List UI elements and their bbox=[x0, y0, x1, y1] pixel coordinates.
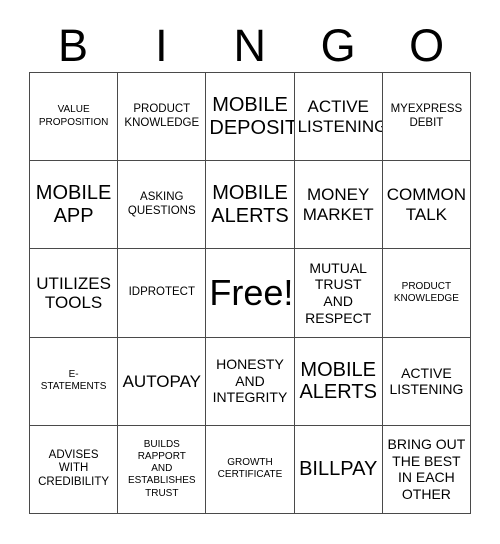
bingo-cell-r2c3[interactable]: MOBILE ALERTS bbox=[206, 161, 295, 250]
bingo-header-letter-b: B bbox=[57, 19, 89, 71]
bingo-cell-label: HONESTY AND INTEGRITY bbox=[212, 356, 288, 406]
bingo-cell-r3c1[interactable]: UTILIZES TOOLS bbox=[30, 249, 119, 338]
bingo-cell-r4c1[interactable]: E- STATEMENTS bbox=[30, 337, 119, 426]
bingo-cell-r1c4[interactable]: ACTIVE LISTENING bbox=[294, 73, 383, 162]
bingo-cell-label: PRODUCT KNOWLEDGE bbox=[393, 280, 459, 304]
bingo-cell-label: ADVISES WITH CREDIBILITY bbox=[38, 448, 110, 489]
bingo-cell-label: UTILIZES TOOLS bbox=[36, 273, 111, 312]
bingo-cell-label: IDPROTECT bbox=[128, 286, 196, 299]
bingo-cell-label: MOBILE ALERTS bbox=[211, 182, 289, 227]
bingo-cell-r1c2[interactable]: PRODUCT KNOWLEDGE bbox=[118, 73, 207, 162]
bingo-cell-r5c2[interactable]: BUILDS RAPPORT AND ESTABLISHES TRUST bbox=[118, 425, 207, 514]
bingo-cell-r3c4[interactable]: MUTUAL TRUST AND RESPECT bbox=[294, 249, 383, 338]
bingo-cell-r5c5[interactable]: BRING OUT THE BEST IN EACH OTHER bbox=[382, 425, 471, 514]
bingo-cell-r2c1[interactable]: MOBILE APP bbox=[30, 161, 119, 250]
bingo-cell-r2c2[interactable]: ASKING QUESTIONS bbox=[118, 161, 207, 250]
bingo-cell-label: E- STATEMENTS bbox=[40, 369, 107, 393]
bingo-cell-r2c5[interactable]: COMMON TALK bbox=[382, 161, 471, 250]
bingo-cell-label: PRODUCT KNOWLEDGE bbox=[124, 102, 200, 129]
bingo-cell-r3c5[interactable]: PRODUCT KNOWLEDGE bbox=[382, 249, 471, 338]
bingo-header-letter-g: G bbox=[320, 19, 357, 71]
bingo-cell-label: BRING OUT THE BEST IN EACH OTHER bbox=[387, 436, 466, 502]
bingo-cell-r5c1[interactable]: ADVISES WITH CREDIBILITY bbox=[30, 425, 119, 514]
bingo-cell-r4c2[interactable]: AUTOPAY bbox=[118, 337, 207, 426]
bingo-cell-r1c5[interactable]: MYEXPRESS DEBIT bbox=[382, 73, 471, 162]
bingo-cell-label: COMMON TALK bbox=[386, 185, 467, 224]
bingo-cell-r3c3[interactable]: Free! bbox=[206, 249, 295, 338]
bingo-cell-label: MOBILE APP bbox=[35, 182, 112, 227]
bingo-cell-label: ASKING QUESTIONS bbox=[127, 190, 196, 217]
bingo-header-letter-n: N bbox=[233, 19, 267, 71]
bingo-cell-r1c3[interactable]: MOBILE DEPOSIT bbox=[206, 73, 295, 162]
bingo-grid: VALUE PROPOSITION PRODUCT KNOWLEDGE MOBILE… bbox=[29, 72, 471, 514]
bingo-cell-label: ACTIVE LISTENING bbox=[389, 364, 464, 398]
bingo-card: B I N G O VALUE PROPOSITION PRODUCT KNOWL… bbox=[0, 0, 500, 544]
bingo-cell-r4c4[interactable]: MOBILE ALERTS bbox=[294, 337, 383, 426]
bingo-cell-r1c1[interactable]: VALUE PROPOSITION bbox=[30, 73, 119, 162]
bingo-cell-label: AUTOPAY bbox=[122, 371, 201, 391]
bingo-cell-label: VALUE PROPOSITION bbox=[38, 104, 109, 128]
bingo-cell-label: MOBILE ALERTS bbox=[299, 358, 377, 404]
bingo-cell-label: BUILDS RAPPORT AND ESTABLISHES TRUST bbox=[127, 438, 196, 499]
bingo-cell-label: Free! bbox=[209, 272, 294, 314]
bingo-cell-label: BILLPAY bbox=[299, 458, 378, 481]
bingo-header-letter-i: I bbox=[155, 19, 169, 71]
bingo-cell-r2c4[interactable]: MONEY MARKET bbox=[294, 161, 383, 250]
bingo-cell-label: ACTIVE LISTENING bbox=[297, 97, 383, 136]
bingo-cell-r5c3[interactable]: GROWTH CERTIFICATE bbox=[206, 425, 295, 514]
bingo-cell-label: MUTUAL TRUST AND RESPECT bbox=[305, 259, 372, 326]
bingo-header: B I N G O bbox=[29, 18, 471, 72]
bingo-cell-r3c2[interactable]: IDPROTECT bbox=[118, 249, 207, 338]
bingo-cell-r4c3[interactable]: HONESTY AND INTEGRITY bbox=[206, 337, 295, 426]
bingo-cell-label: MOBILE DEPOSIT bbox=[209, 94, 295, 139]
bingo-cell-label: GROWTH CERTIFICATE bbox=[217, 457, 283, 481]
bingo-cell-r5c4[interactable]: BILLPAY bbox=[294, 425, 383, 514]
bingo-header-letter-o: O bbox=[409, 19, 445, 71]
bingo-cell-label: MONEY MARKET bbox=[302, 185, 374, 224]
bingo-cell-label: MYEXPRESS DEBIT bbox=[390, 102, 463, 129]
bingo-cell-r4c5[interactable]: ACTIVE LISTENING bbox=[382, 337, 471, 426]
